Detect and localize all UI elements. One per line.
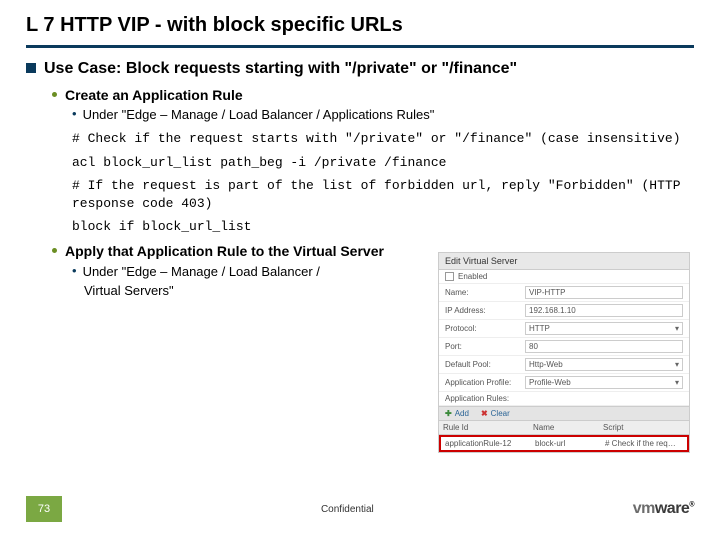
bullet-dot (52, 92, 57, 97)
bullet-square (26, 63, 36, 73)
port-label: Port: (445, 342, 525, 351)
protocol-label: Protocol: (445, 324, 525, 333)
rules-table-row[interactable]: applicationRule-12 block-url # Check if … (439, 435, 689, 452)
code-comment-2: # If the request is part of the list of … (72, 177, 694, 212)
rules-table-header: Rule Id Name Script (439, 421, 689, 435)
name-label: Name: (445, 288, 525, 297)
protocol-select[interactable]: HTTP (525, 322, 683, 335)
bullet-small: • (72, 106, 77, 124)
add-button[interactable]: ✚Add (439, 407, 475, 420)
plus-icon: ✚ (445, 409, 452, 418)
enabled-checkbox[interactable] (445, 272, 454, 281)
clear-button[interactable]: ✖Clear (475, 407, 516, 420)
col-script: Script (599, 421, 689, 434)
code-acl: acl block_url_list path_beg -i /private … (72, 154, 694, 172)
name-input[interactable]: VIP-HTTP (525, 286, 683, 299)
slide-footer: 73 Confidential vmware® (0, 496, 720, 522)
code-comment-1: # Check if the request starts with "/pri… (72, 130, 694, 148)
under-rules-text: Under "Edge – Manage / Load Balancer / A… (83, 106, 435, 124)
panel-header: Edit Virtual Server (439, 253, 689, 270)
use-case-heading: Use Case: Block requests starting with "… (44, 58, 517, 80)
row-script: # Check if the req… (601, 437, 687, 450)
edit-virtual-server-panel: Edit Virtual Server Enabled Name:VIP-HTT… (438, 252, 690, 453)
col-rule-id: Rule Id (439, 421, 529, 434)
page-number: 73 (26, 496, 62, 522)
pool-select[interactable]: Http-Web (525, 358, 683, 371)
pool-label: Default Pool: (445, 360, 525, 369)
ip-label: IP Address: (445, 306, 525, 315)
port-input[interactable]: 80 (525, 340, 683, 353)
under-vs-text: Under "Edge – Manage / Load Balancer / (83, 263, 320, 281)
code-block: block if block_url_list (72, 218, 694, 236)
col-name: Name (529, 421, 599, 434)
vmware-logo: vmware® (633, 500, 694, 518)
under-vs-text2: Virtual Servers" (84, 282, 174, 300)
profile-select[interactable]: Profile-Web (525, 376, 683, 389)
apply-rule-heading: Apply that Application Rule to the Virtu… (65, 242, 384, 261)
profile-label: Application Profile: (445, 378, 525, 387)
x-icon: ✖ (481, 409, 488, 418)
bullet-small: • (72, 263, 77, 281)
row-rule-id: applicationRule-12 (441, 437, 531, 450)
title-underline (26, 45, 694, 48)
ip-input[interactable]: 192.168.1.10 (525, 304, 683, 317)
confidential-label: Confidential (62, 504, 633, 515)
slide-title: L 7 HTTP VIP - with block specific URLs (26, 14, 694, 43)
enabled-label: Enabled (458, 272, 487, 281)
row-name: block-url (531, 437, 601, 450)
create-rule-heading: Create an Application Rule (65, 86, 243, 105)
rules-label: Application Rules: (445, 394, 525, 403)
bullet-dot (52, 248, 57, 253)
